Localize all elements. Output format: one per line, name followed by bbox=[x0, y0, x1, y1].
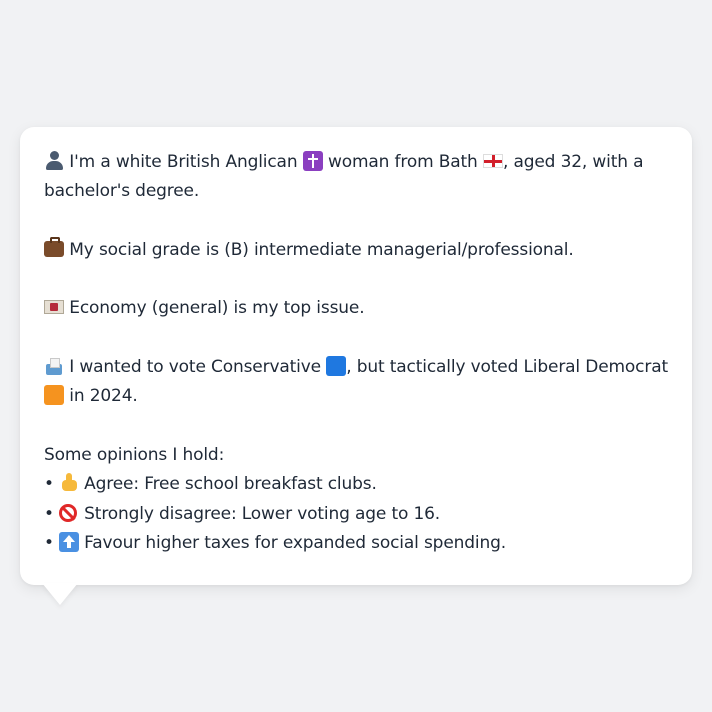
intro-text-part1: I'm a white British Anglican bbox=[69, 152, 298, 172]
opinion-text: Favour higher taxes for expanded social … bbox=[84, 532, 506, 553]
top-issue-paragraph: Economy (general) is my top issue. bbox=[44, 294, 672, 323]
intro-text-part2: woman from Bath bbox=[327, 152, 478, 172]
vote-text-part3: in 2024. bbox=[69, 386, 138, 407]
opinion-text: Strongly disagree: Lower voting age to 1… bbox=[84, 503, 441, 524]
latin-cross-icon bbox=[302, 151, 323, 171]
opinion-item: • Favour higher taxes for expanded socia… bbox=[44, 529, 672, 558]
opinion-item: • Strongly disagree: Lower voting age to… bbox=[44, 500, 672, 529]
social-grade-text: My social grade is (B) intermediate mana… bbox=[69, 239, 574, 260]
persona-message-bubble: I'm a white British Anglican woman from … bbox=[20, 127, 692, 585]
blue-square-icon bbox=[326, 356, 347, 377]
vote-text-part1: I wanted to vote Conservative bbox=[69, 357, 321, 378]
briefcase-icon bbox=[44, 236, 64, 257]
opinions-heading: Some opinions I hold: bbox=[44, 444, 225, 465]
top-issue-text: Economy (general) is my top issue. bbox=[69, 298, 365, 319]
bullet: • bbox=[44, 474, 54, 495]
intro-paragraph: I'm a white British Anglican woman from … bbox=[44, 148, 672, 207]
opinion-item: • Agree: Free school breakfast clubs. bbox=[44, 470, 672, 499]
banknote-icon bbox=[44, 300, 64, 315]
orange-square-icon bbox=[44, 385, 64, 406]
persona-message-text: I'm a white British Anglican woman from … bbox=[44, 148, 672, 558]
social-grade-paragraph: My social grade is (B) intermediate mana… bbox=[44, 236, 672, 265]
vote-text-part2: , but tactically voted Liberal Democrat bbox=[346, 357, 668, 378]
ballot-box-icon bbox=[44, 357, 64, 376]
no-entry-icon bbox=[58, 503, 77, 522]
thumbs-up-icon bbox=[59, 472, 79, 492]
opinion-text: Agree: Free school breakfast clubs. bbox=[84, 474, 377, 495]
england-flag-icon bbox=[482, 154, 503, 168]
bullet: • bbox=[44, 503, 54, 524]
vote-paragraph: I wanted to vote Conservative , but tact… bbox=[44, 353, 672, 412]
bubble-tail bbox=[42, 583, 78, 605]
person-silhouette-icon bbox=[44, 150, 64, 170]
bullet: • bbox=[44, 532, 54, 553]
up-arrow-icon bbox=[58, 531, 79, 552]
